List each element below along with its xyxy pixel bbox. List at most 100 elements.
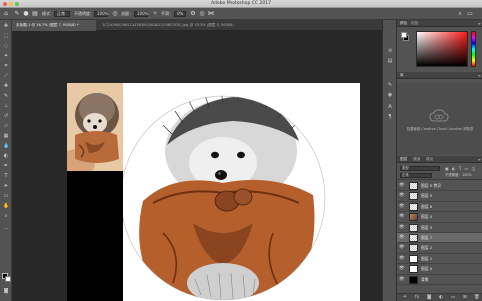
layer-thumbnail[interactable] (409, 254, 418, 263)
layer-name[interactable]: 图层 5 拷贝 (421, 181, 441, 191)
symmetry-icon[interactable]: ⋈ (208, 11, 214, 17)
lasso-tool-icon[interactable]: ◌ (3, 43, 9, 49)
smoothing-field[interactable]: 0% (174, 11, 186, 17)
layer-visibility-eye-icon[interactable]: 👁 (399, 204, 405, 210)
tab-libraries[interactable]: 库 (400, 72, 404, 79)
brush-panel-icon[interactable]: ▤ (32, 11, 38, 17)
link-layers-icon[interactable]: ⚭ (403, 295, 407, 301)
layer-visibility-eye-icon[interactable]: 👁 (399, 183, 405, 189)
layer-name[interactable]: 图层 7 (421, 233, 432, 243)
layer-filter-select[interactable]: 类型 (400, 166, 440, 171)
layer-row[interactable]: 👁 图层 1 (397, 254, 482, 265)
more-tools-icon[interactable]: … (3, 225, 9, 231)
layer-thumbnail[interactable] (409, 182, 418, 190)
mode-select[interactable]: 正常 (54, 11, 70, 17)
layer-name[interactable]: 图层 1 (421, 254, 432, 264)
reference-photo[interactable] (67, 83, 123, 171)
background-color-swatch[interactable] (5, 276, 11, 282)
tab-layers[interactable]: 图层 (400, 156, 407, 163)
layer-row[interactable]: 👁 图层 5 拷贝 (397, 181, 482, 192)
tab-color[interactable]: 颜色 (400, 20, 407, 27)
layer-row[interactable]: 👁 图层 2 (397, 243, 482, 254)
eraser-tool-icon[interactable]: ▱ (3, 123, 9, 129)
tab-document-2[interactable]: 1C23098A7661C41E6B92DB3A1C05BF2E3C.jpg @… (98, 20, 278, 31)
panel-foreground-color[interactable] (401, 32, 407, 38)
layer-visibility-eye-icon[interactable]: 👁 (399, 277, 405, 283)
layer-visibility-eye-icon[interactable]: 👁 (399, 225, 405, 231)
tab-document-1[interactable]: 未标题-1 @ 16.7% (图层 7, RGB/8) * (12, 20, 96, 31)
layer-name[interactable]: 背景 (421, 275, 429, 285)
layer-row[interactable]: 👁 图层 0 (397, 264, 482, 275)
layer-name[interactable]: 图层 5 (421, 191, 432, 201)
document-canvas[interactable] (120, 83, 360, 301)
layer-thumbnail[interactable] (409, 192, 418, 201)
layer-name[interactable]: 图层 2 (421, 243, 432, 253)
history-brush-icon[interactable]: ↺ (3, 113, 9, 119)
layer-thumbnail[interactable] (409, 244, 418, 253)
pressure-opacity-icon[interactable]: ◎ (112, 11, 118, 17)
layer-row[interactable]: 👁 图层 6 (397, 202, 482, 213)
marquee-tool-icon[interactable]: ⬚ (3, 33, 9, 39)
healing-tool-icon[interactable]: ✚ (3, 83, 9, 89)
layer-thumbnail[interactable] (409, 202, 418, 211)
quick-mask-icon[interactable]: ◙ (3, 288, 9, 294)
layer-row[interactable]: 👁 图层 5 (397, 191, 482, 202)
layer-thumbnail[interactable] (409, 233, 418, 242)
layer-thumbnail[interactable] (409, 265, 418, 274)
layer-row[interactable]: 👁 背景 (397, 275, 482, 285)
brush-settings-panel-icon[interactable]: ✎ (386, 82, 394, 88)
character-panel-icon[interactable]: A (386, 104, 394, 110)
layer-visibility-eye-icon[interactable]: 👁 (399, 256, 405, 262)
color-picker-field[interactable] (416, 31, 468, 67)
airbrush-icon[interactable]: ✧ (152, 11, 158, 17)
canvas-area[interactable] (12, 31, 382, 301)
layer-visibility-eye-icon[interactable]: 👁 (399, 214, 405, 220)
path-select-tool-icon[interactable]: ➤ (3, 183, 9, 189)
hand-tool-icon[interactable]: ✋ (3, 203, 9, 209)
smoothing-settings-icon[interactable]: ⚙ (190, 11, 196, 17)
layer-name[interactable]: 图层 3 (421, 223, 432, 233)
layer-thumbnail[interactable] (409, 223, 418, 232)
history-panel-icon[interactable]: ⟲ (386, 48, 394, 54)
type-tool-icon[interactable]: T (3, 173, 9, 179)
panel-menu-icon[interactable]: ≡ (478, 20, 481, 27)
tab-swatches[interactable]: 色板 (411, 20, 418, 27)
layer-visibility-eye-icon[interactable]: 👁 (399, 245, 405, 251)
paragraph-panel-icon[interactable]: ¶ (386, 114, 394, 120)
eyedropper-tool-icon[interactable]: ⟋ (3, 73, 9, 79)
libraries-menu-icon[interactable]: ≡ (478, 72, 481, 79)
workspace-icon[interactable]: ▭ (466, 10, 474, 18)
brush-tool-icon[interactable]: ✎ (14, 11, 20, 17)
layer-name[interactable]: 图层 4 (421, 212, 432, 222)
search-icon[interactable]: ⌕ (456, 10, 464, 18)
gradient-tool-icon[interactable]: ▦ (3, 133, 9, 139)
brush-size-icon[interactable]: ● (23, 11, 29, 17)
blur-tool-icon[interactable]: 💧 (3, 143, 9, 149)
flow-field[interactable]: 100% (134, 11, 148, 17)
layer-visibility-eye-icon[interactable]: 👁 (399, 193, 405, 199)
layer-name[interactable]: 图层 6 (421, 202, 432, 212)
brushes-panel-icon[interactable]: ◉ (386, 92, 394, 98)
zoom-tool-icon[interactable]: ⌕ (3, 213, 9, 219)
brush-tool-icon-tb[interactable]: ✎ (3, 93, 9, 99)
layer-thumbnail[interactable] (409, 213, 418, 222)
properties-panel-icon[interactable]: ▤ (386, 58, 394, 64)
blend-mode-select[interactable]: 正常 (400, 173, 432, 178)
dodge-tool-icon[interactable]: ◐ (3, 153, 9, 159)
new-group-icon[interactable]: ▭ (451, 295, 455, 301)
move-tool-icon[interactable]: ✥ (3, 23, 9, 29)
layer-filter-icons[interactable]: ▣ ◐ T ▭ ◫ (445, 166, 476, 171)
crop-tool-icon[interactable]: ⌗ (3, 63, 9, 69)
hue-slider[interactable] (471, 31, 476, 67)
new-layer-icon[interactable]: ⊞ (463, 295, 467, 301)
tab-channels[interactable]: 通道 (413, 156, 420, 163)
opacity-field[interactable]: 100% (94, 11, 108, 17)
quick-select-tool-icon[interactable]: ✦ (3, 53, 9, 59)
layer-thumbnail[interactable] (409, 275, 418, 284)
pressure-size-icon[interactable]: ◎ (199, 11, 205, 17)
layer-visibility-eye-icon[interactable]: 👁 (399, 235, 405, 241)
layer-row[interactable]: 👁 图层 7 (397, 232, 482, 244)
tab-paths[interactable]: 路径 (426, 156, 433, 163)
stamp-tool-icon[interactable]: ⊥ (3, 103, 9, 109)
delete-layer-icon[interactable]: 🗑 (474, 295, 480, 301)
